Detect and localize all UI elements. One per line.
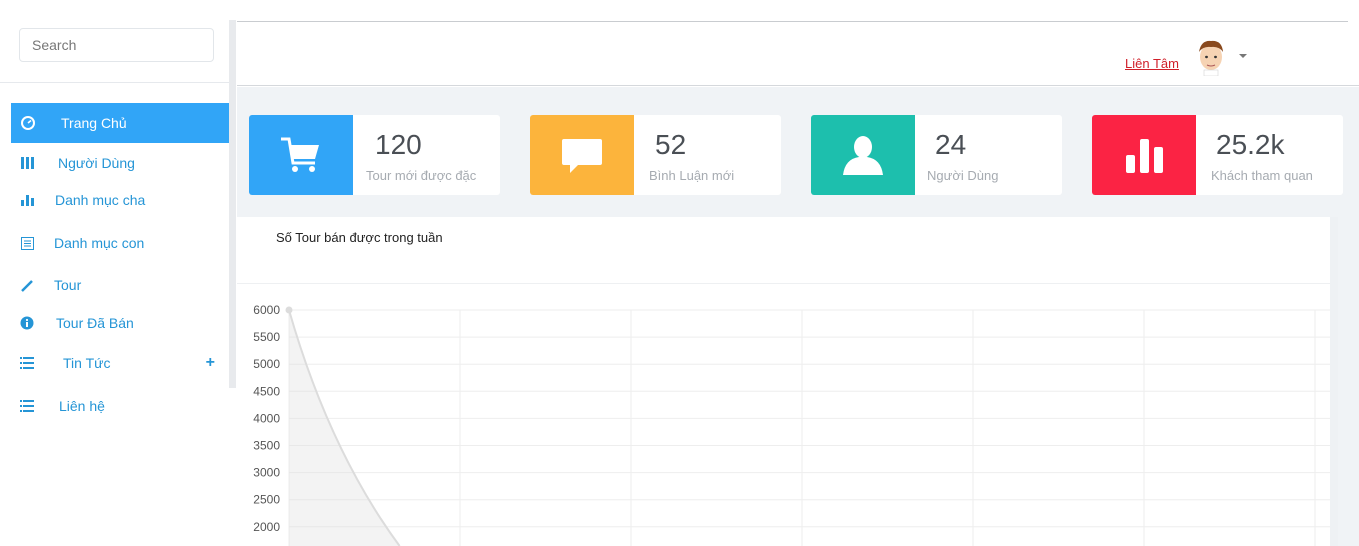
sidebar-item-danh-muc-cha[interactable]: Danh mục cha [11,180,229,220]
y-tick-label: 2500 [253,493,280,507]
sidebar-item-nguoi-dung[interactable]: Người Dùng [11,143,229,183]
line-chart: 6000 5500 5000 4500 4000 3500 3000 2500 2000 [253,303,1330,546]
bar-chart-icon [1092,115,1196,195]
sidebar-item-tin-tuc[interactable]: Tin Tức + [11,343,229,383]
data-point [285,306,293,314]
sidebar-item-label: Người Dùng [58,155,135,171]
user-icon [811,115,915,195]
sidebar-item-lien-he[interactable]: Liên hệ [11,386,229,426]
stat-card-new-tours[interactable]: 120 Tour mới được đặc [249,115,500,195]
sidebar-item-tour-da-ban[interactable]: Tour Đã Bán [11,303,229,343]
sidebar-item-label: Danh mục cha [55,192,146,208]
stat-value: 120 [375,129,422,160]
cart-icon [249,115,353,195]
stat-value: 24 [935,129,967,160]
sidebar-divider [0,82,229,83]
stat-card-new-comments[interactable]: 52 Bình Luận mới [530,115,781,195]
stat-card-visitors[interactable]: 25.2k Khách tham quan [1092,115,1343,195]
y-tick-label: 5500 [253,330,280,344]
list-icon [19,355,35,371]
topbar: Liên Tâm [237,28,1359,86]
stat-label: Khách tham quan [1211,168,1313,183]
y-tick-label: 2000 [253,520,280,534]
plus-icon[interactable]: + [206,354,215,372]
sidebar-item-tour[interactable]: Tour [11,265,229,305]
sidebar-item-danh-muc-con[interactable]: Danh mục con [11,223,229,263]
grid-icon [19,155,35,171]
stat-card-users[interactable]: 24 Người Dùng [811,115,1062,195]
stat-label: Người Dùng [927,168,999,183]
search-input[interactable] [19,28,214,62]
sidebar-item-label: Tour Đã Bán [56,315,134,331]
y-tick-label: 3500 [253,439,280,453]
sidebar-item-label: Danh mục con [54,235,145,251]
sidebar-item-label: Tin Tức [63,355,111,371]
avatar[interactable] [1195,38,1227,77]
stat-value: 25.2k [1216,129,1285,160]
chart-panel: Số Tour bán được trong tuần 6000 5500 5000… [237,217,1330,546]
sidebar-item-label: Liên hệ [59,398,105,414]
topbar-border [237,21,1348,22]
chevron-down-icon[interactable] [1239,54,1247,58]
panel-scrollbar [1330,217,1338,546]
sidebar: Trang Chủ Người Dùng Danh mục cha Danh m… [0,0,229,546]
pencil-icon [19,277,35,293]
sidebar-scrollbar[interactable] [229,20,236,388]
y-tick-label: 6000 [253,303,280,317]
stat-value: 52 [655,129,687,160]
info-icon [19,315,35,331]
dashboard-icon [20,115,36,131]
list-icon [19,398,35,414]
user-name-link[interactable]: Liên Tâm [1125,56,1179,71]
sidebar-item-trang-chu[interactable]: Trang Chủ [11,103,229,143]
stat-label: Tour mới được đặc [366,168,477,183]
bar-chart-icon [19,192,35,208]
sidebar-item-label: Trang Chủ [61,115,127,131]
sidebar-item-label: Tour [54,277,82,293]
series-area [289,310,400,546]
comment-icon [530,115,634,195]
list-alt-icon [19,235,35,251]
stat-label: Bình Luận mới [649,168,735,183]
y-tick-label: 4000 [253,411,280,425]
y-tick-label: 5000 [253,357,280,371]
y-tick-label: 3000 [253,466,280,480]
y-tick-label: 4500 [253,384,280,398]
